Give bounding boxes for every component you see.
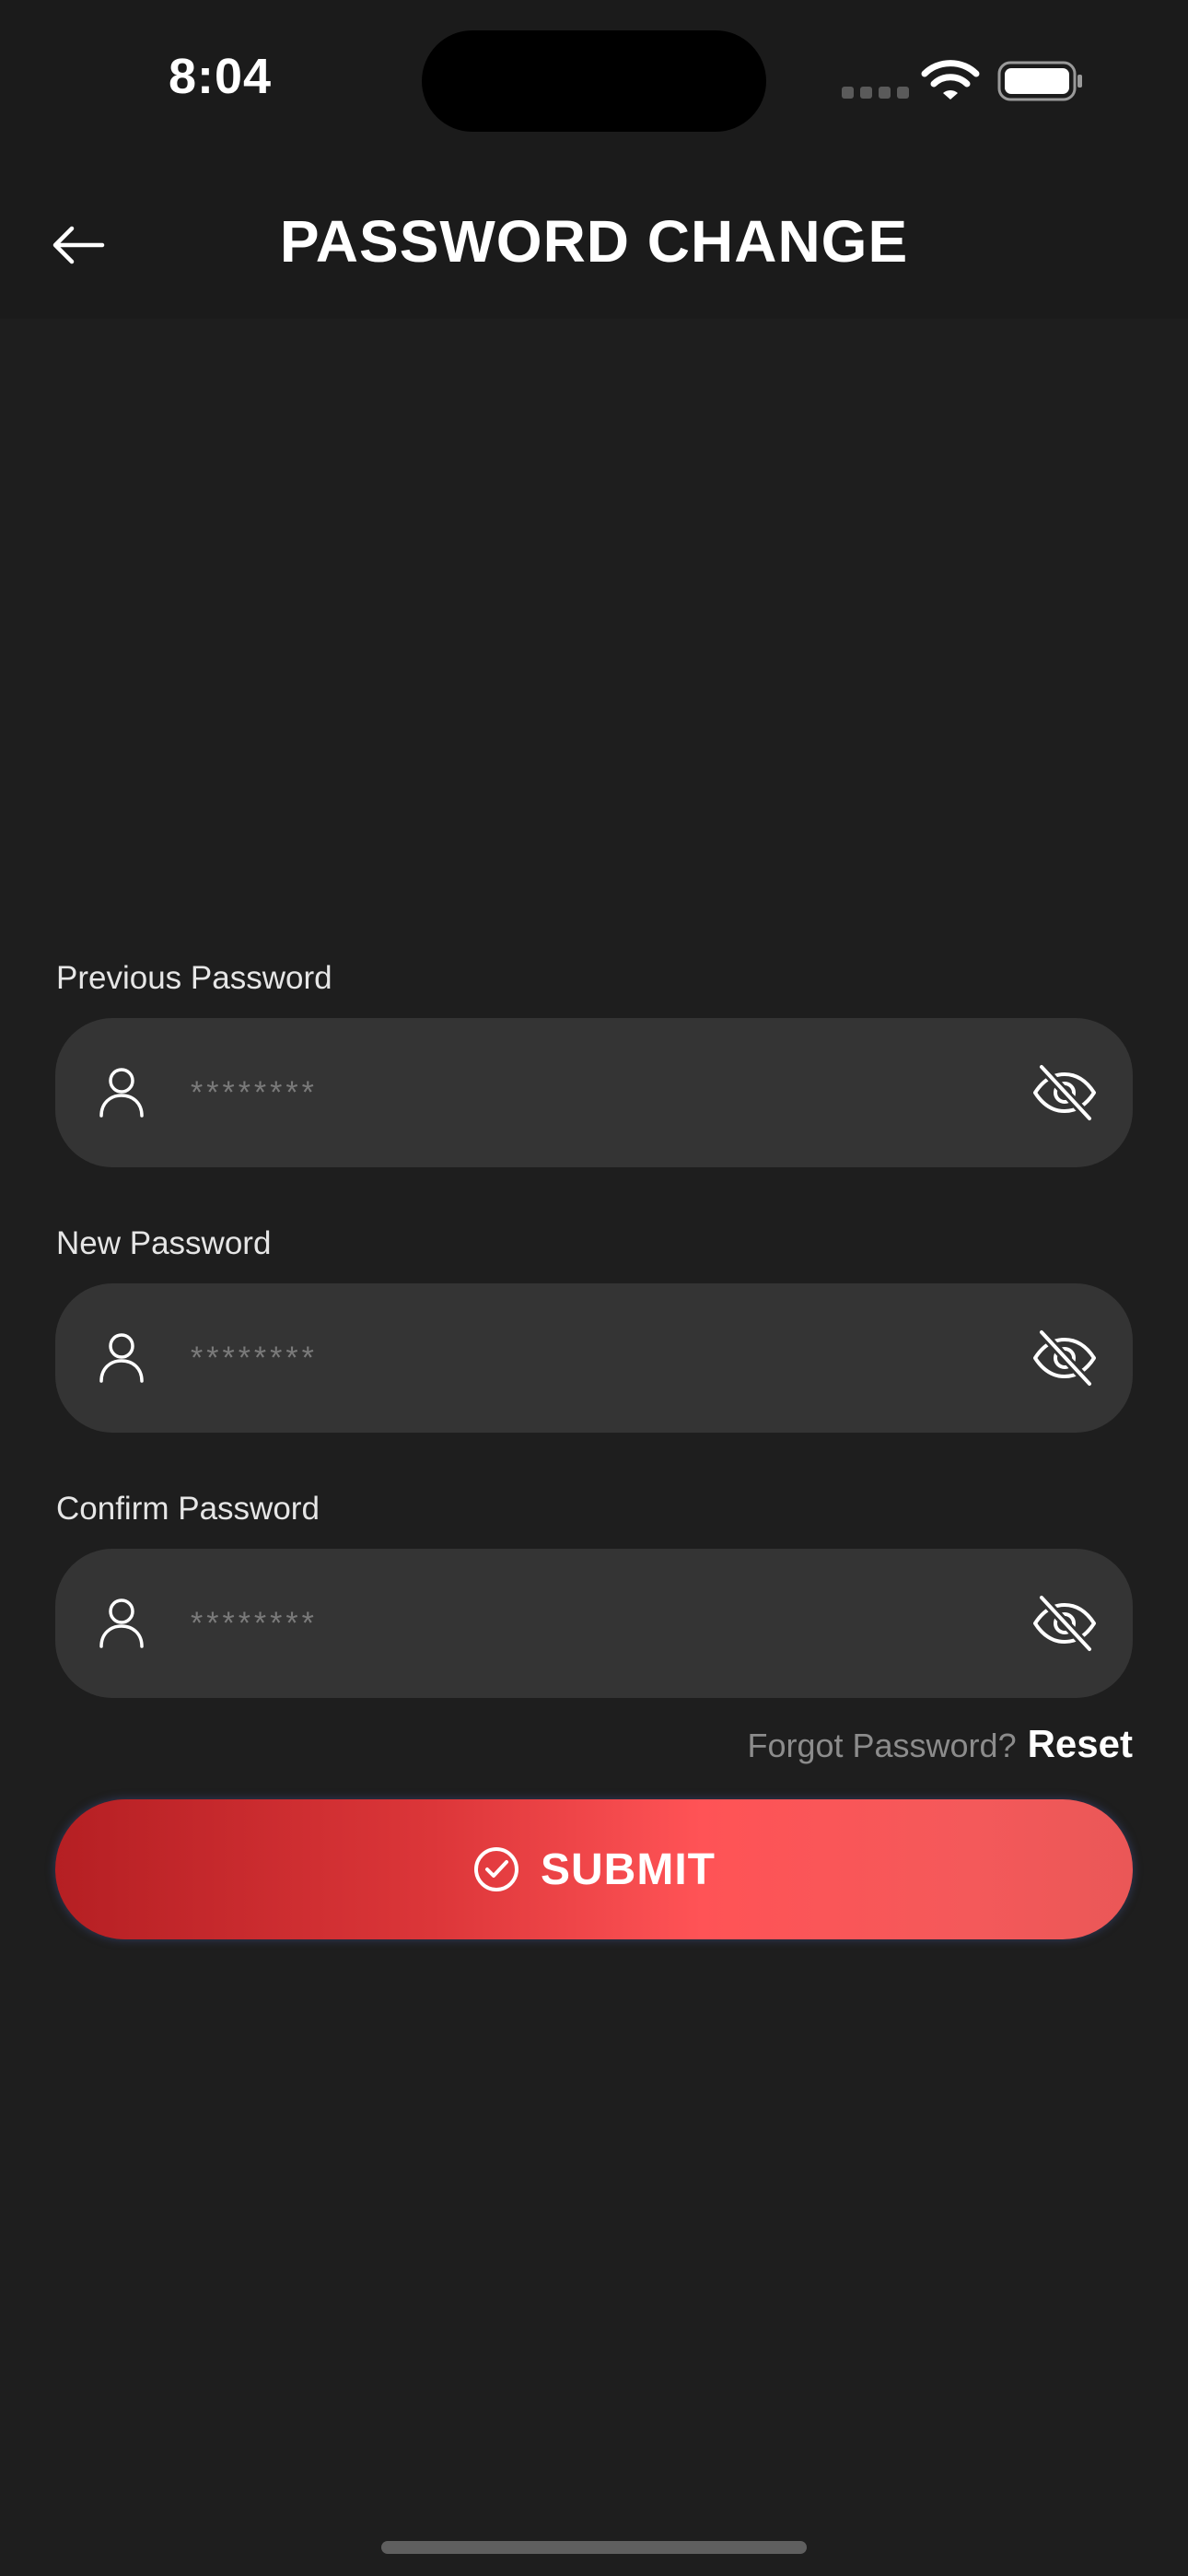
- wifi-icon: [921, 60, 980, 100]
- eye-off-icon: [1033, 1594, 1096, 1653]
- previous-password-label: Previous Password: [56, 960, 332, 996]
- previous-password-input[interactable]: [189, 1053, 1003, 1132]
- forgot-password-row: Forgot Password? Reset: [747, 1722, 1133, 1766]
- user-icon: [99, 1068, 144, 1118]
- confirm-password-field[interactable]: [55, 1549, 1133, 1698]
- toggle-visibility-button[interactable]: [1030, 1058, 1100, 1128]
- home-indicator: [381, 2541, 807, 2554]
- toggle-visibility-button[interactable]: [1030, 1588, 1100, 1658]
- user-icon: [99, 1598, 144, 1648]
- previous-password-field[interactable]: [55, 1018, 1133, 1167]
- check-circle-icon: [474, 1847, 518, 1891]
- new-password-label: New Password: [56, 1225, 272, 1261]
- user-icon: [99, 1333, 144, 1383]
- dynamic-island: [422, 30, 766, 132]
- reset-link[interactable]: Reset: [1028, 1722, 1133, 1766]
- cellular-signal-icon: [842, 87, 909, 99]
- confirm-password-input[interactable]: [189, 1584, 1003, 1663]
- eye-off-icon: [1033, 1329, 1096, 1388]
- forgot-password-text: Forgot Password?: [747, 1727, 1017, 1764]
- page-title: PASSWORD CHANGE: [279, 208, 909, 275]
- status-time: 8:04: [169, 49, 273, 104]
- status-bar: 8:04: [0, 0, 1188, 166]
- new-password-field[interactable]: [55, 1283, 1133, 1433]
- submit-label: SUBMIT: [541, 1844, 716, 1894]
- battery-icon: [997, 61, 1082, 101]
- new-password-input[interactable]: [189, 1318, 1003, 1398]
- confirm-password-label: Confirm Password: [56, 1491, 320, 1527]
- toggle-visibility-button[interactable]: [1030, 1323, 1100, 1393]
- submit-button[interactable]: SUBMIT: [55, 1799, 1133, 1939]
- header: PASSWORD CHANGE: [0, 166, 1188, 319]
- eye-off-icon: [1033, 1063, 1096, 1122]
